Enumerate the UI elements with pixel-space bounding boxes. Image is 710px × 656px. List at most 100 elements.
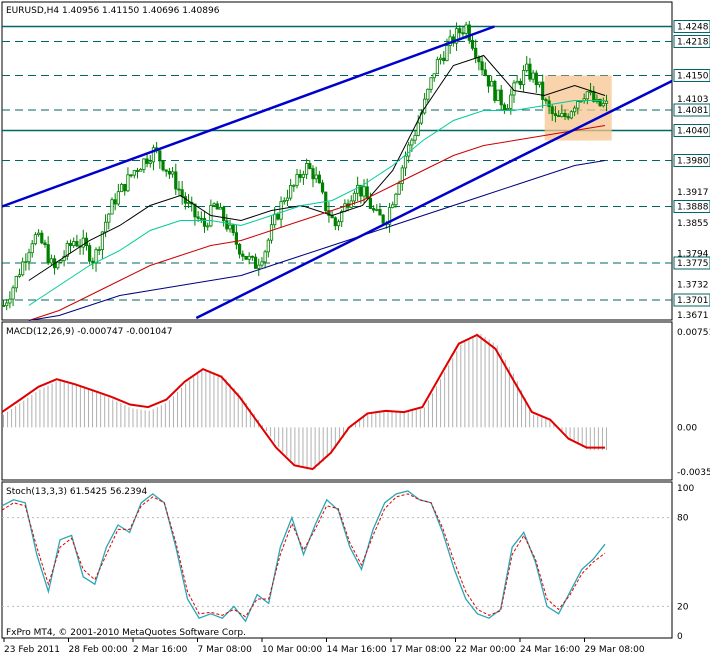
price-tick-label: 1.3671 [677,311,709,321]
candle-body [537,81,542,86]
candle-body [333,217,337,227]
candle-body [378,209,382,216]
candle-body [403,155,408,169]
candle-body [560,113,564,117]
macd-panel[interactable] [1,321,673,481]
price-tick-label: 1.3775 [677,259,709,269]
candle-body [145,158,149,164]
candle-body [413,134,417,141]
candle-body [426,88,430,100]
price-tick-label: 1.3732 [677,281,709,291]
candle-body [27,252,31,263]
macd-tick-label: 0.00751 [677,328,710,338]
price-tick-label: 1.4218 [677,38,709,48]
candle-body [505,108,510,111]
candle-body [477,57,481,63]
price-panel[interactable] [1,1,673,321]
macd-tick-label: -0.00354 [677,468,710,478]
candle-body [196,216,200,219]
candle-body [356,184,360,194]
candle-body [432,73,436,79]
candle-body [257,264,261,269]
time-tick-label: 10 Mar 00:00 [262,645,322,655]
candle-body [320,182,325,193]
candle-body [161,160,165,171]
candle-body [490,80,494,87]
candle-body [499,89,503,106]
price-tick-label: 1.4081 [677,106,709,116]
candle-body [123,183,127,192]
candle-body [234,232,239,245]
candle-body [572,107,577,113]
candle-body [416,122,420,136]
candle-body [21,261,25,276]
candle-body [547,100,551,108]
time-tick-label: 2 Mar 16:00 [133,645,188,655]
macd-axis: 0.00751 0.00 -0.00354 [677,328,710,478]
candle-body [304,163,309,175]
candle-body [410,139,414,146]
candle-body [116,191,120,205]
candle-body [56,261,60,269]
candle-body [566,116,570,119]
candle-body [311,168,315,180]
candle-body [429,77,433,90]
candle-body [167,170,172,175]
candle-body [276,213,280,220]
candle-body [557,115,561,117]
candle-body [314,174,318,180]
candle-body [142,158,146,170]
candle-body [544,99,548,102]
time-tick-label: 22 Mar 00:00 [456,645,516,655]
candle-body [46,244,50,264]
candle-body [534,72,538,86]
candle-body [407,144,411,157]
copyright-text: FxPro MT4, © 2001-2010 MetaQuotes Softwa… [6,628,246,638]
candle-body [496,89,500,101]
macd-tick-label: 0.00 [677,423,697,433]
candle-body [588,91,593,93]
candle-body [391,204,395,209]
candle-body [298,174,302,178]
price-tick-label: 1.4040 [677,127,709,137]
time-tick-label: 29 Mar 08:00 [585,645,645,655]
candle-body [368,197,373,209]
candle-body [260,261,264,266]
price-tick-label: 1.3701 [677,296,709,306]
candle-body [212,203,216,206]
candle-body [509,94,513,109]
price-tick-label: 1.3980 [677,157,709,167]
price-axis: 1.42481.42181.41501.41031.40811.40401.39… [673,20,710,321]
candle-body [464,24,468,34]
candle-body [237,243,242,255]
candle-body [528,63,532,80]
candle-body [59,260,63,263]
candle-body [362,186,366,197]
candle-body [266,239,270,253]
candle-body [119,183,124,193]
candle-body [397,183,401,195]
time-tick-label: 23 Feb 2011 [4,645,60,655]
candle-body [250,255,254,258]
candle-body [502,104,507,111]
candle-body [33,234,38,245]
macd-header: MACD(12,26,9) -0.000747 -0.001047 [6,327,172,337]
candle-body [8,298,12,304]
price-tick-label: 1.4150 [677,72,709,82]
candle-body [244,255,248,260]
stoch-header: Stoch(13,3,3) 61.5425 56.2394 [6,487,147,497]
candle-body [186,201,191,204]
candle-body [139,169,143,172]
candle-body [352,192,357,202]
candle-body [521,70,526,86]
candle-body [110,199,114,215]
candle-body [576,101,580,109]
candle-body [177,188,181,191]
candle-body [493,80,497,101]
time-axis: 23 Feb 2011 28 Feb 00:00 2 Mar 16:00 7 Mar … [3,638,645,655]
price-tick-label: 1.3888 [677,203,709,213]
candle-body [365,186,369,199]
candle-body [604,100,609,104]
candle-body [202,218,207,227]
candle-body [525,63,529,71]
